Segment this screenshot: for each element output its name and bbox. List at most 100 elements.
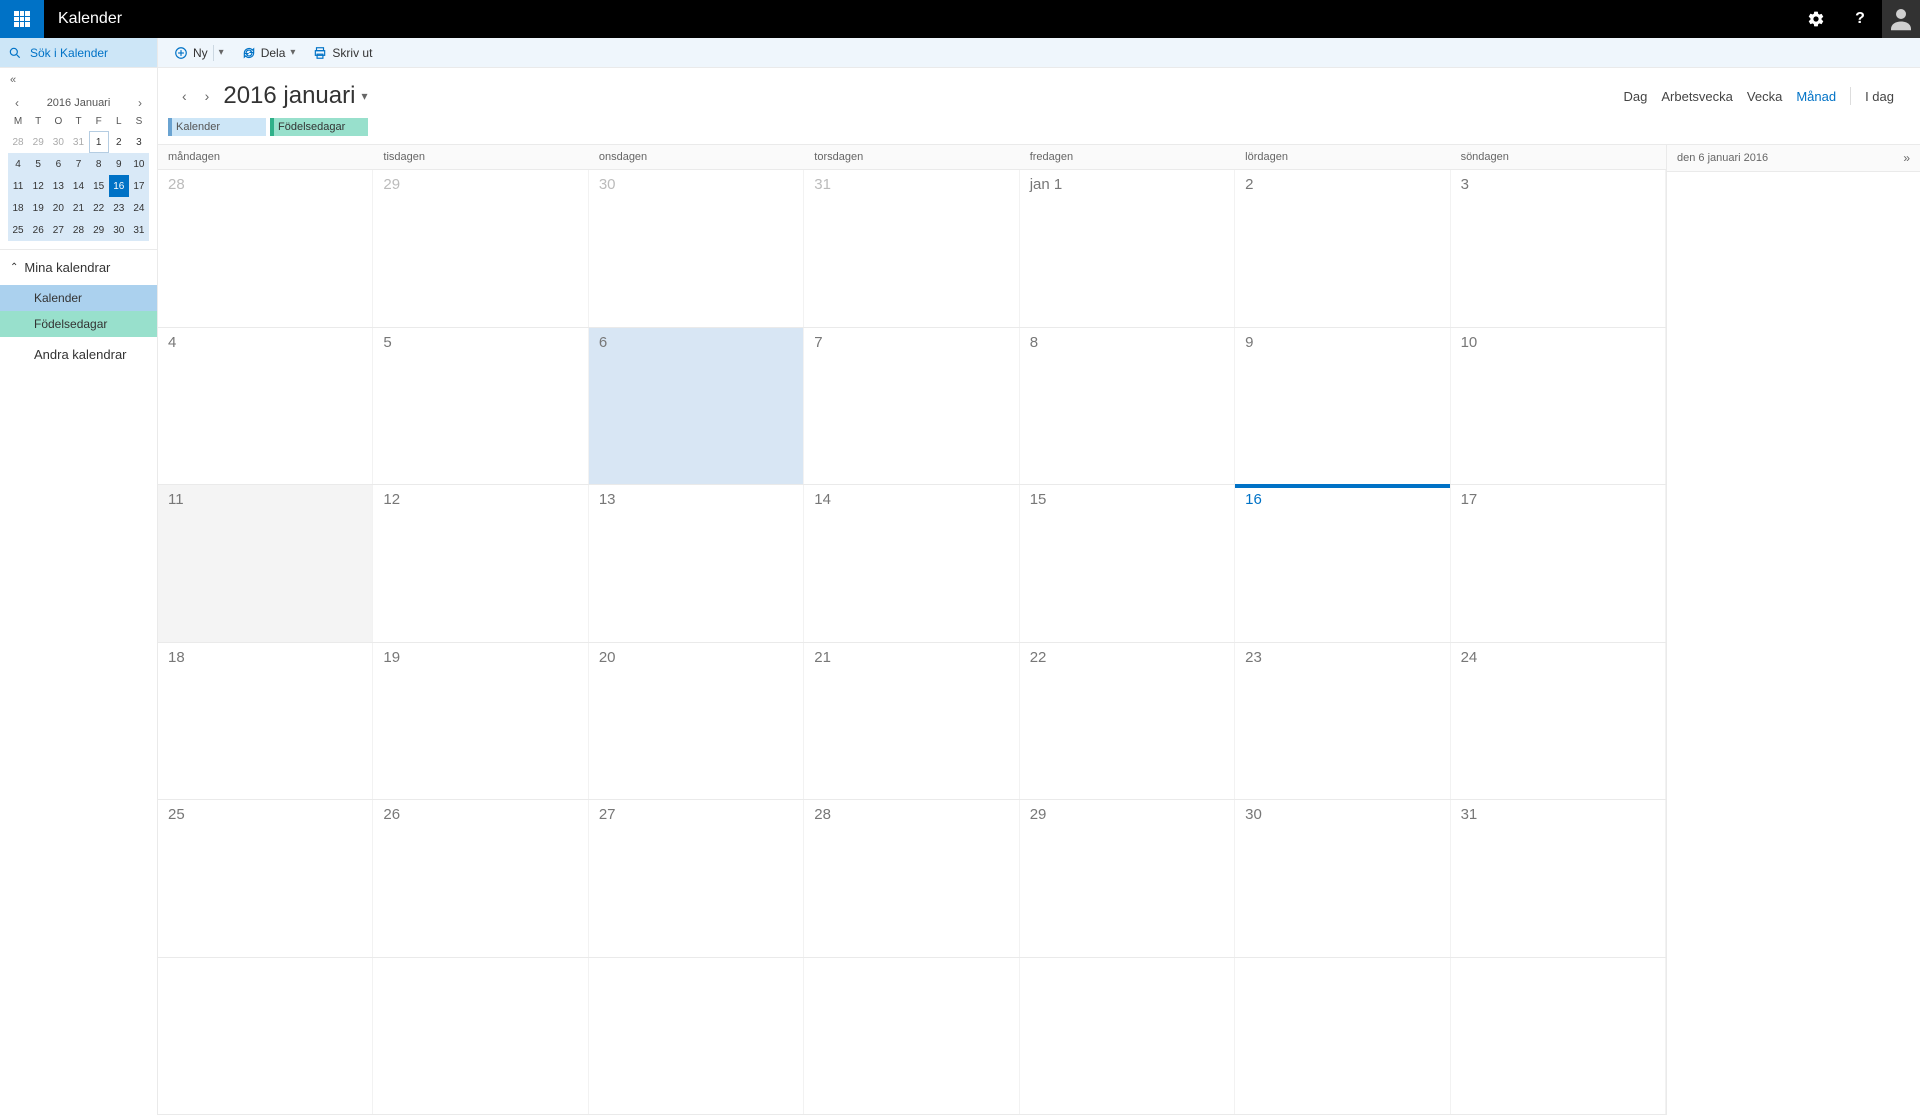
mini-day-cell[interactable]: 29	[28, 131, 48, 153]
mini-day-cell[interactable]: 27	[48, 219, 68, 241]
day-cell[interactable]: 28	[804, 800, 1019, 957]
view-day[interactable]: Dag	[1624, 89, 1648, 104]
mini-day-cell[interactable]: 30	[109, 219, 129, 241]
other-calendars-toggle[interactable]: Andra kalendrar	[0, 337, 157, 372]
mini-day-cell[interactable]: 10	[129, 153, 149, 175]
day-cell[interactable]: 12	[373, 485, 588, 642]
mini-day-cell[interactable]: 15	[89, 175, 109, 197]
mini-day-cell[interactable]: 4	[8, 153, 28, 175]
mini-day-cell[interactable]: 28	[8, 131, 28, 153]
calendar-list-item[interactable]: Kalender	[0, 285, 157, 311]
day-cell[interactable]: 14	[804, 485, 1019, 642]
help-button[interactable]: ?	[1838, 0, 1882, 38]
app-launcher-button[interactable]	[0, 0, 44, 38]
day-cell[interactable]	[589, 958, 804, 1115]
mini-day-cell[interactable]: 7	[68, 153, 88, 175]
day-cell[interactable]	[1451, 958, 1666, 1115]
day-cell[interactable]: 13	[589, 485, 804, 642]
day-cell[interactable]: 25	[158, 800, 373, 957]
day-cell[interactable]: 29	[1020, 800, 1235, 957]
mini-day-cell[interactable]: 8	[89, 153, 109, 175]
search-input[interactable]	[30, 46, 140, 60]
view-today[interactable]: I dag	[1865, 89, 1894, 104]
view-month[interactable]: Månad	[1796, 89, 1836, 104]
day-cell[interactable]: 28	[158, 170, 373, 327]
day-cell[interactable]: 21	[804, 643, 1019, 800]
settings-button[interactable]	[1794, 0, 1838, 38]
day-cell[interactable]: jan 1	[1020, 170, 1235, 327]
mini-day-cell[interactable]: 14	[68, 175, 88, 197]
mini-day-cell[interactable]: 5	[28, 153, 48, 175]
day-cell[interactable]: 9	[1235, 328, 1450, 485]
mini-day-cell[interactable]: 31	[68, 131, 88, 153]
day-cell[interactable]: 7	[804, 328, 1019, 485]
mini-day-cell[interactable]: 3	[129, 131, 149, 153]
mini-day-cell[interactable]: 16	[109, 175, 129, 197]
profile-button[interactable]	[1882, 0, 1920, 38]
mini-day-cell[interactable]: 21	[68, 197, 88, 219]
chevron-down-icon[interactable]: ▾	[290, 47, 295, 58]
day-cell[interactable]: 31	[1451, 800, 1666, 957]
chevron-down-icon[interactable]: ▾	[219, 47, 224, 58]
my-calendars-toggle[interactable]: ⌃ Mina kalendrar	[0, 250, 157, 285]
view-workweek[interactable]: Arbetsvecka	[1661, 89, 1733, 104]
day-cell[interactable]: 17	[1451, 485, 1666, 642]
day-cell[interactable]: 10	[1451, 328, 1666, 485]
mini-day-cell[interactable]: 31	[129, 219, 149, 241]
mini-day-cell[interactable]: 6	[48, 153, 68, 175]
day-cell[interactable]: 30	[589, 170, 804, 327]
mini-day-cell[interactable]: 24	[129, 197, 149, 219]
mini-day-cell[interactable]: 9	[109, 153, 129, 175]
collapse-sidebar-button[interactable]: «	[0, 68, 157, 92]
mini-day-cell[interactable]: 26	[28, 219, 48, 241]
search-bar[interactable]	[0, 38, 157, 68]
mini-next-button[interactable]: ›	[133, 96, 147, 110]
mini-calendar-title[interactable]: 2016 Januari	[47, 97, 111, 109]
mini-day-cell[interactable]: 2	[109, 131, 129, 153]
mini-day-cell[interactable]: 25	[8, 219, 28, 241]
day-cell[interactable]: 20	[589, 643, 804, 800]
day-cell[interactable]: 19	[373, 643, 588, 800]
month-prev-button[interactable]: ‹	[178, 86, 191, 106]
month-title-button[interactable]: 2016 januari ▾	[223, 82, 367, 110]
day-cell[interactable]	[804, 958, 1019, 1115]
day-cell[interactable]: 18	[158, 643, 373, 800]
month-next-button[interactable]: ›	[201, 86, 214, 106]
mini-day-cell[interactable]: 29	[89, 219, 109, 241]
day-cell[interactable]: 3	[1451, 170, 1666, 327]
day-cell[interactable]	[373, 958, 588, 1115]
mini-day-cell[interactable]: 20	[48, 197, 68, 219]
day-cell[interactable]: 23	[1235, 643, 1450, 800]
day-cell[interactable]: 26	[373, 800, 588, 957]
mini-day-cell[interactable]: 19	[28, 197, 48, 219]
day-cell[interactable]: 15	[1020, 485, 1235, 642]
mini-day-cell[interactable]: 13	[48, 175, 68, 197]
day-cell[interactable]: 6	[589, 328, 804, 485]
calendar-chip[interactable]: Kalender	[168, 118, 266, 136]
day-cell[interactable]: 31	[804, 170, 1019, 327]
mini-day-cell[interactable]: 18	[8, 197, 28, 219]
day-cell[interactable]: 27	[589, 800, 804, 957]
mini-day-cell[interactable]: 1	[89, 131, 109, 153]
view-week[interactable]: Vecka	[1747, 89, 1782, 104]
day-cell[interactable]: 2	[1235, 170, 1450, 327]
mini-day-cell[interactable]: 12	[28, 175, 48, 197]
mini-day-cell[interactable]: 17	[129, 175, 149, 197]
calendar-list-item[interactable]: Födelsedagar	[0, 311, 157, 337]
day-cell[interactable]: 22	[1020, 643, 1235, 800]
day-cell[interactable]: 11	[158, 485, 373, 642]
day-cell[interactable]: 29	[373, 170, 588, 327]
share-button[interactable]: Dela ▾	[242, 46, 296, 60]
day-cell[interactable]	[1020, 958, 1235, 1115]
day-cell[interactable]	[1235, 958, 1450, 1115]
mini-day-cell[interactable]: 28	[68, 219, 88, 241]
day-cell[interactable]: 5	[373, 328, 588, 485]
day-cell[interactable]: 16	[1235, 485, 1450, 642]
mini-day-cell[interactable]: 11	[8, 175, 28, 197]
calendar-chip[interactable]: Födelsedagar	[270, 118, 368, 136]
day-cell[interactable]: 30	[1235, 800, 1450, 957]
expand-agenda-button[interactable]: »	[1903, 151, 1910, 165]
mini-day-cell[interactable]: 22	[89, 197, 109, 219]
mini-day-cell[interactable]: 30	[48, 131, 68, 153]
day-cell[interactable]: 8	[1020, 328, 1235, 485]
